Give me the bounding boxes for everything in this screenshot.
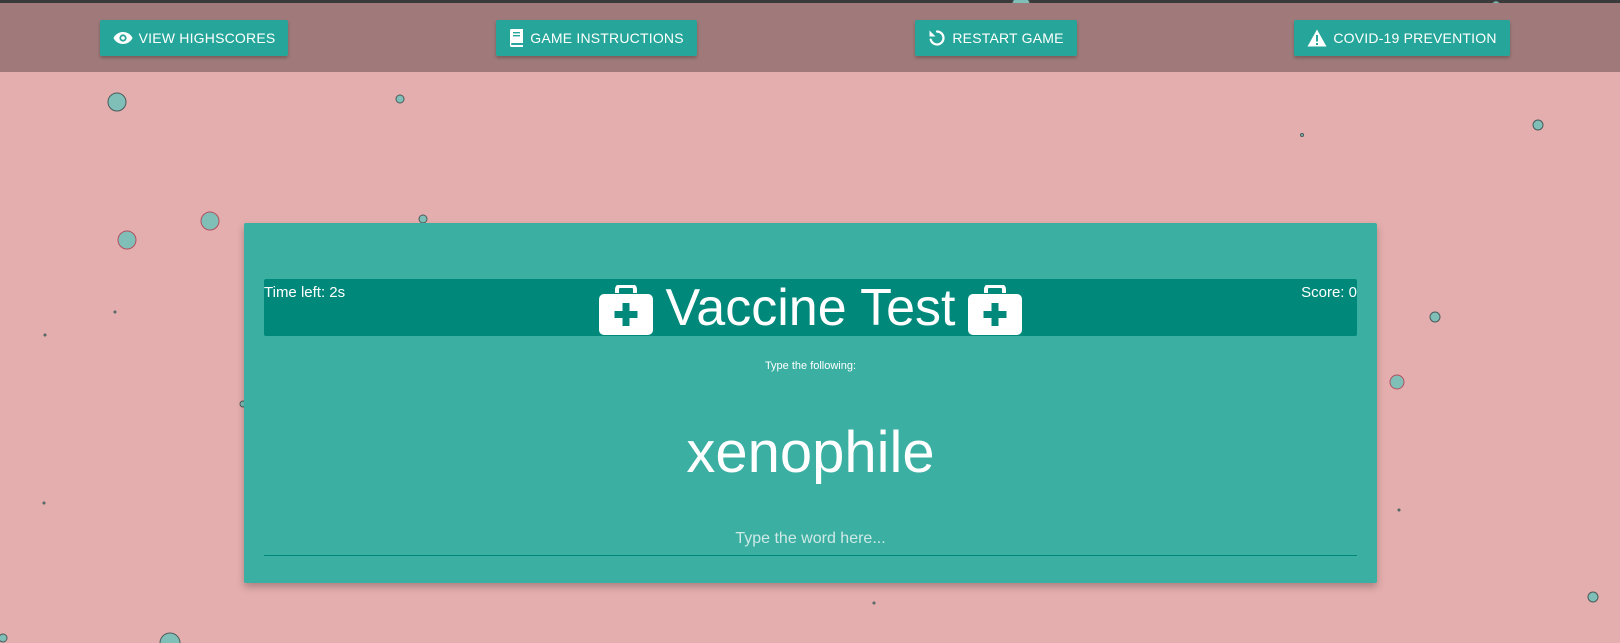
bubble bbox=[1300, 133, 1304, 137]
target-word: xenophile bbox=[686, 420, 935, 485]
bubble bbox=[200, 211, 220, 231]
view-highscores-label: VIEW HIGHSCORES bbox=[138, 30, 276, 46]
bubble bbox=[872, 601, 876, 605]
bubble bbox=[113, 310, 117, 314]
game-title-text: Vaccine Test bbox=[665, 278, 956, 337]
bubble bbox=[1429, 311, 1441, 323]
bubble bbox=[0, 633, 8, 643]
word-input[interactable] bbox=[264, 523, 1357, 556]
game-card: Vaccine Test Time left: 2s Score: 0 Type… bbox=[244, 223, 1377, 583]
bubble bbox=[1532, 119, 1544, 131]
bubble bbox=[395, 94, 405, 104]
bubble bbox=[1587, 591, 1599, 603]
bubble bbox=[418, 214, 428, 224]
view-highscores-button[interactable]: VIEW HIGHSCORES bbox=[100, 20, 288, 56]
bubble bbox=[1389, 374, 1405, 390]
game-title: Vaccine Test bbox=[264, 278, 1357, 337]
medical-kit-icon bbox=[967, 284, 1022, 335]
bubble bbox=[42, 501, 46, 505]
type-prompt: Type the following: bbox=[764, 360, 857, 372]
restart-icon bbox=[928, 29, 946, 47]
time-left: Time left: 2s bbox=[264, 284, 346, 301]
bubble bbox=[1397, 508, 1401, 512]
book-icon bbox=[509, 29, 524, 47]
eye-icon bbox=[113, 31, 133, 45]
bubble bbox=[43, 333, 47, 337]
covid-prevention-button[interactable]: COVID-19 PREVENTION bbox=[1294, 20, 1510, 56]
restart-game-button[interactable]: RESTART GAME bbox=[915, 20, 1077, 56]
bubble bbox=[117, 230, 137, 250]
covid-prevention-label: COVID-19 PREVENTION bbox=[1333, 30, 1497, 46]
score: Score: 0 bbox=[1301, 284, 1357, 301]
bubble bbox=[107, 92, 127, 112]
game-instructions-label: GAME INSTRUCTIONS bbox=[530, 30, 684, 46]
warning-icon bbox=[1307, 29, 1327, 47]
restart-game-label: RESTART GAME bbox=[952, 30, 1064, 46]
medical-kit-icon bbox=[599, 284, 654, 335]
bubble bbox=[159, 632, 181, 643]
game-instructions-button[interactable]: GAME INSTRUCTIONS bbox=[496, 20, 697, 56]
